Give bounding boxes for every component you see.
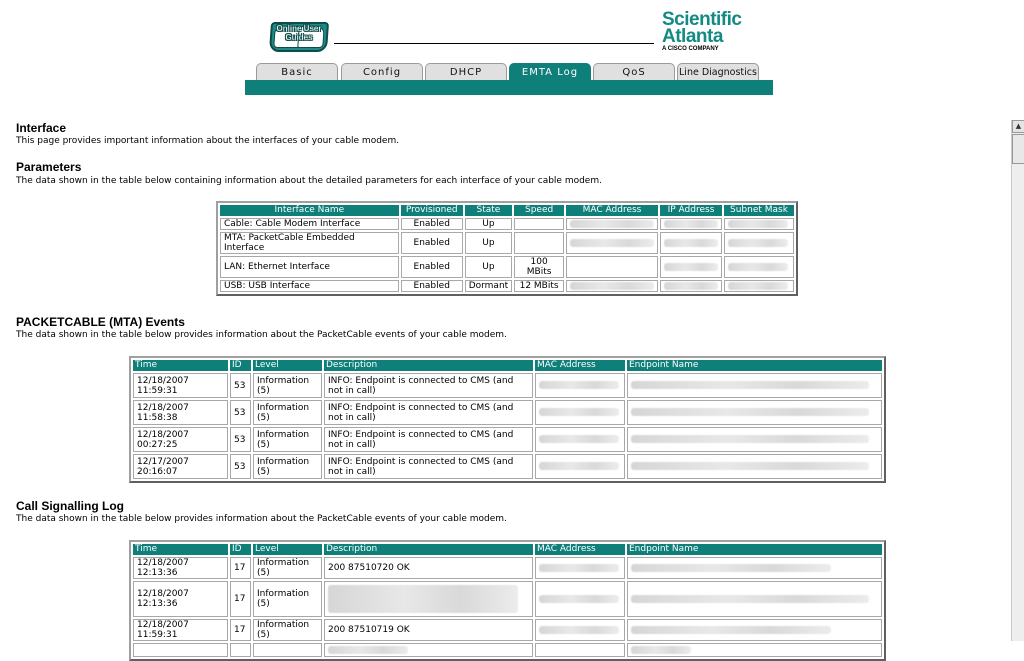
call-signalling-log-table: Time ID Level Description MAC Address En… bbox=[129, 540, 886, 661]
table-row: 12/18/2007 12:13:36 17 Information (5) bbox=[133, 581, 882, 617]
tab-config[interactable]: Config bbox=[341, 63, 423, 81]
redacted-value bbox=[627, 400, 882, 425]
redacted-value bbox=[566, 256, 658, 278]
triangle-up-icon[interactable]: ▲ bbox=[1012, 120, 1024, 133]
redacted-value bbox=[566, 218, 658, 230]
redacted-value bbox=[535, 581, 625, 617]
redacted-value bbox=[566, 232, 658, 254]
redacted-value bbox=[627, 373, 882, 398]
redacted-value bbox=[724, 232, 794, 254]
redacted-value bbox=[627, 581, 882, 617]
scientific-atlanta-logo: Scientific Atlanta A CISCO COMPANY bbox=[662, 9, 742, 52]
table-header-row: Interface Name Provisioned State Speed M… bbox=[220, 205, 794, 216]
parameters-description: The data shown in the table below contai… bbox=[16, 176, 602, 186]
redacted-value bbox=[724, 256, 794, 278]
redacted-value bbox=[324, 581, 533, 617]
redacted-value bbox=[627, 427, 882, 452]
tab-line-diagnostics[interactable]: Line Diagnostics bbox=[677, 63, 759, 81]
tab-basic[interactable]: Basic bbox=[256, 63, 338, 81]
table-row: 12/18/2007 12:13:36 17 Information (5) 2… bbox=[133, 557, 882, 579]
col-subnet-mask: Subnet Mask bbox=[724, 205, 794, 216]
redacted-value bbox=[660, 280, 722, 292]
redacted-value bbox=[660, 256, 722, 278]
redacted-value bbox=[535, 454, 625, 479]
redacted-value bbox=[324, 643, 533, 657]
table-row: 12/18/2007 00:27:25 53 Information (5) I… bbox=[133, 427, 882, 452]
redacted-value bbox=[724, 218, 794, 230]
redacted-value bbox=[535, 619, 625, 641]
col-ip-address: IP Address bbox=[660, 205, 722, 216]
logo-label: Online User Guides bbox=[276, 24, 322, 42]
table-row: 12/17/2007 20:16:07 53 Information (5) I… bbox=[133, 454, 882, 479]
table-row: LAN: Ethernet Interface Enabled Up 100 M… bbox=[220, 256, 794, 278]
col-interface-name: Interface Name bbox=[220, 205, 399, 216]
table-row: 12/18/2007 11:58:38 53 Information (5) I… bbox=[133, 400, 882, 425]
interface-parameters-table: Interface Name Provisioned State Speed M… bbox=[216, 201, 798, 296]
table-header-row: Time ID Level Description MAC Address En… bbox=[133, 544, 882, 555]
signalling-description: The data shown in the table below provid… bbox=[16, 514, 507, 524]
redacted-value bbox=[627, 454, 882, 479]
table-row: Cable: Cable Modem Interface Enabled Up bbox=[220, 218, 794, 230]
redacted-value bbox=[535, 427, 625, 452]
redacted-value bbox=[627, 557, 882, 579]
table-row: USB: USB Interface Enabled Dormant 12 MB… bbox=[220, 280, 794, 292]
redacted-value bbox=[724, 280, 794, 292]
vertical-scrollbar[interactable]: ▲ bbox=[1011, 120, 1024, 641]
redacted-value bbox=[627, 643, 882, 657]
events-title: PACKETCABLE (MTA) Events bbox=[16, 315, 185, 329]
redacted-value bbox=[660, 218, 722, 230]
online-user-guides-logo[interactable]: Online User Guides bbox=[266, 16, 332, 56]
packetcable-events-table: Time ID Level Description MAC Address En… bbox=[129, 356, 886, 483]
table-row: 12/18/2007 11:59:31 53 Information (5) I… bbox=[133, 373, 882, 398]
tab-qos[interactable]: QoS bbox=[593, 63, 675, 81]
redacted-value bbox=[627, 619, 882, 641]
scroll-thumb[interactable] bbox=[1012, 134, 1024, 164]
table-row: 12/18/2007 11:59:31 17 Information (5) 2… bbox=[133, 619, 882, 641]
tab-dhcp[interactable]: DHCP bbox=[425, 63, 507, 81]
redacted-value bbox=[660, 232, 722, 254]
header-divider bbox=[334, 43, 654, 44]
redacted-value bbox=[535, 373, 625, 398]
interface-title: Interface bbox=[16, 121, 67, 135]
col-state: State bbox=[464, 205, 513, 216]
table-row: MTA: PacketCable Embedded Interface Enab… bbox=[220, 232, 794, 254]
redacted-value bbox=[566, 280, 658, 292]
redacted-value bbox=[535, 400, 625, 425]
page-header: Online User Guides Scientific Atlanta A … bbox=[0, 0, 1024, 100]
col-speed: Speed bbox=[514, 205, 564, 216]
parameters-title: Parameters bbox=[16, 160, 82, 174]
col-provisioned: Provisioned bbox=[400, 205, 463, 216]
col-mac-address: MAC Address bbox=[566, 205, 658, 216]
tab-underline-bar bbox=[245, 80, 773, 95]
redacted-value bbox=[535, 557, 625, 579]
table-header-row: Time ID Level Description MAC Address En… bbox=[133, 360, 882, 371]
signalling-title: Call Signalling Log bbox=[16, 499, 124, 513]
tab-emta-log[interactable]: EMTA Log bbox=[509, 63, 591, 81]
events-description: The data shown in the table below provid… bbox=[16, 330, 507, 340]
interface-description: This page provides important information… bbox=[16, 136, 400, 146]
table-row bbox=[133, 643, 882, 657]
